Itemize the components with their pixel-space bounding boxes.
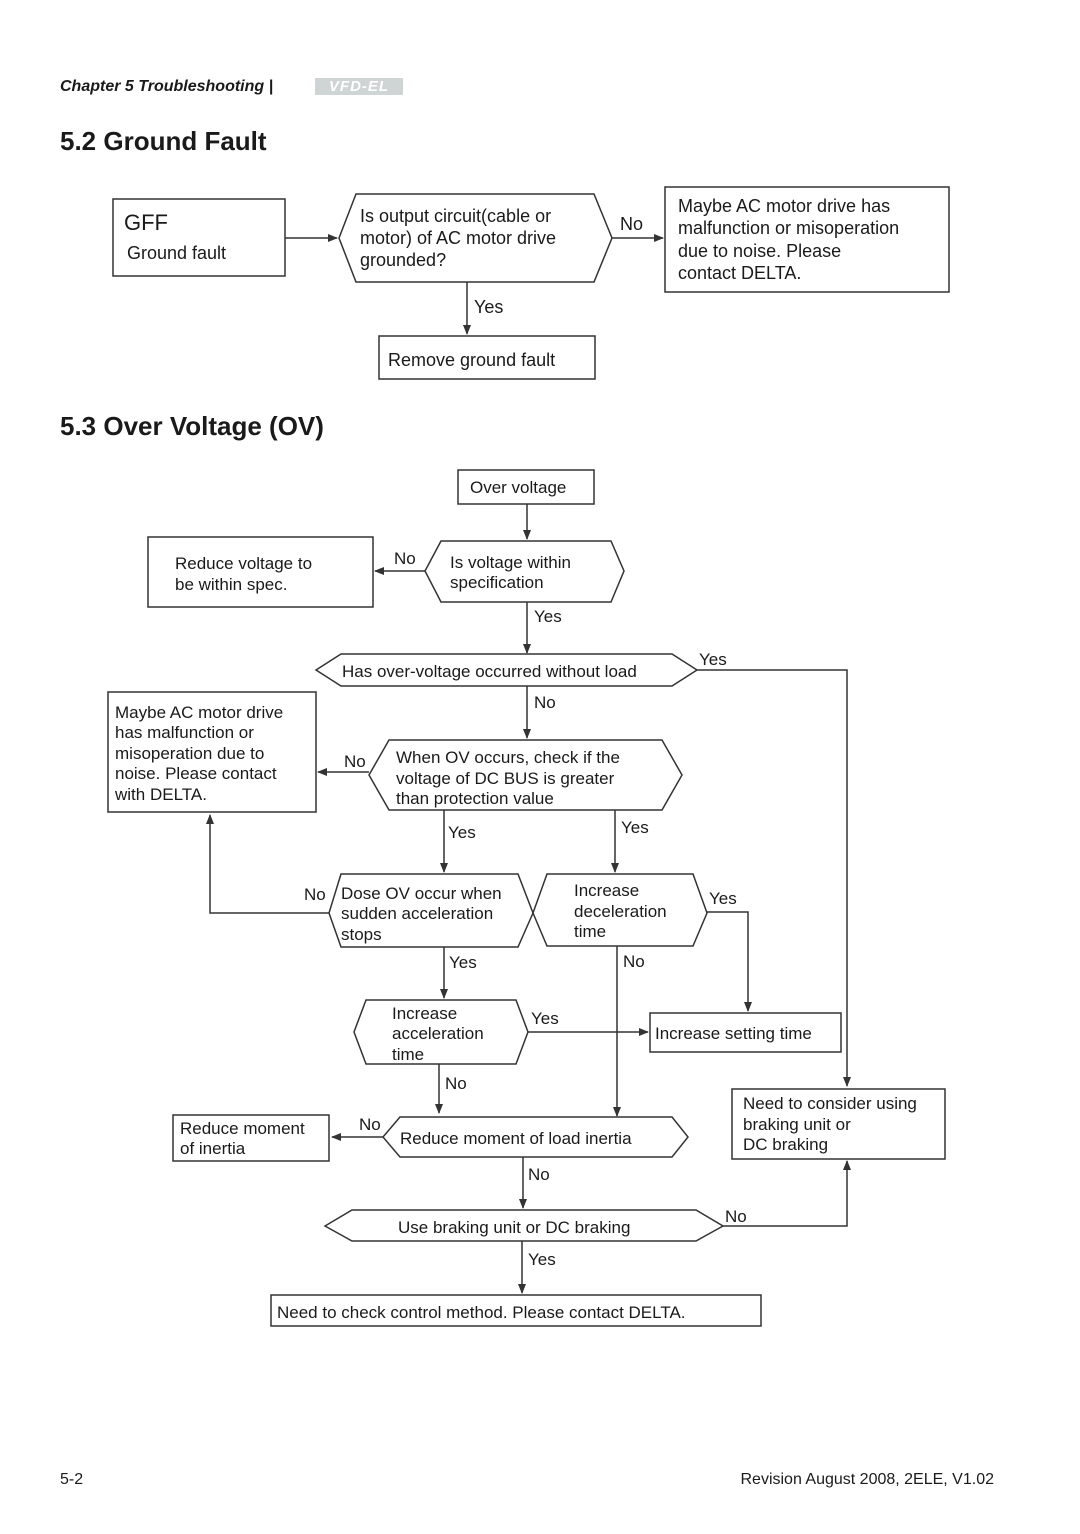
ov-increase-accel-decision: Increase acceleration time <box>353 999 529 1065</box>
sudden-accel-line3: stops <box>341 925 382 944</box>
within-spec-yes-label: Yes <box>534 607 562 626</box>
ov-reduce-load-inertia-decision: Reduce moment of load inertia <box>382 1116 689 1158</box>
ov-check-control-box: Need to check control method. Please con… <box>270 1294 762 1327</box>
check-control-text: Need to check control method. Please con… <box>277 1303 686 1322</box>
reduce-load-inertia-no-left-label: No <box>359 1115 381 1134</box>
increase-setting-text: Increase setting time <box>655 1024 812 1043</box>
revision-note: Revision August 2008, 2ELE, V1.02 <box>740 1471 994 1488</box>
reduce-moment-line2: of inertia <box>180 1139 246 1158</box>
ov-maybe-drive-box: Maybe AC motor drive has malfunction or … <box>107 691 317 813</box>
gf-question-line1: Is output circuit(cable or <box>360 206 551 226</box>
without-load-text: Has over-voltage occurred without load <box>342 662 637 681</box>
sudden-accel-line1: Dose OV occur when <box>341 884 502 903</box>
use-braking-no-label: No <box>725 1207 747 1226</box>
reduce-voltage-line1: Reduce voltage to <box>175 554 312 573</box>
ov-reduce-moment-box: Reduce moment of inertia <box>172 1114 330 1162</box>
ov-increase-decel-decision: Increase deceleration time <box>532 873 708 947</box>
gf-question-line3: grounded? <box>360 250 446 270</box>
reduce-load-inertia-no-down-label: No <box>528 1165 550 1184</box>
without-load-yes-label: Yes <box>699 650 727 669</box>
gf-question-decision: Is output circuit(cable or motor) of AC … <box>338 193 613 283</box>
gf-no-result-line3: due to noise. Please <box>678 241 841 261</box>
gf-no-result-line4: contact DELTA. <box>678 263 801 283</box>
ov-within-spec-line2: specification <box>450 573 544 592</box>
gf-no-result-line2: malfunction or misoperation <box>678 218 899 238</box>
consider-braking-line1: Need to consider using <box>743 1094 917 1113</box>
ov-use-braking-decision: Use braking unit or DC braking <box>323 1209 725 1242</box>
maybe-drive-line5: with DELTA. <box>114 785 207 804</box>
use-braking-text: Use braking unit or DC braking <box>398 1218 630 1237</box>
dc-bus-line3: than protection value <box>396 789 554 808</box>
gf-yes-result-text: Remove ground fault <box>388 350 555 370</box>
increase-decel-yes-label: Yes <box>709 889 737 908</box>
flowcharts: GFF Ground fault Is output circuit(cable… <box>107 186 950 1327</box>
ov-reduce-voltage-box: Reduce voltage to be within spec. <box>147 536 374 608</box>
within-spec-no-label: No <box>394 549 416 568</box>
gf-code: GFF <box>124 210 168 235</box>
ov-start-text: Over voltage <box>470 478 566 497</box>
dc-bus-no-label: No <box>344 752 366 771</box>
increase-accel-line3: time <box>392 1045 424 1064</box>
reduce-voltage-line2: be within spec. <box>175 575 287 594</box>
page-number: 5-2 <box>60 1471 84 1488</box>
maybe-drive-line1: Maybe AC motor drive <box>115 703 283 722</box>
ov-start-box: Over voltage <box>457 469 595 505</box>
dc-bus-line2: voltage of DC BUS is greater <box>396 769 615 788</box>
dc-bus-yes-right-label: Yes <box>621 818 649 837</box>
reduce-moment-line1: Reduce moment <box>180 1119 305 1138</box>
ov-within-spec-line1: Is voltage within <box>450 553 571 572</box>
reduce-load-inertia-text: Reduce moment of load inertia <box>400 1129 632 1148</box>
increase-accel-line2: acceleration <box>392 1024 484 1043</box>
ov-within-spec-decision: Is voltage within specification <box>424 540 625 603</box>
ov-consider-braking-box: Need to consider using braking unit or D… <box>731 1088 946 1160</box>
gf-start-label: Ground fault <box>127 243 226 263</box>
gf-yes-result-box: Remove ground fault <box>378 335 596 380</box>
gf-start-box: GFF Ground fault <box>112 198 286 277</box>
ov-sudden-accel-decision: Dose OV occur when sudden acceleration s… <box>328 873 534 948</box>
maybe-drive-line4: noise. Please contact <box>115 764 277 783</box>
increase-accel-no-label: No <box>445 1074 467 1093</box>
gf-no-result-box: Maybe AC motor drive has malfunction or … <box>664 186 950 293</box>
arrow-increase-decel-yes <box>707 911 752 1012</box>
consider-braking-line3: DC braking <box>743 1135 828 1154</box>
consider-braking-line2: braking unit or <box>743 1115 851 1134</box>
ov-dc-bus-decision: When OV occurs, check if the voltage of … <box>368 739 683 811</box>
gf-yes-label: Yes <box>474 297 503 317</box>
sudden-accel-no-label: No <box>304 885 326 904</box>
sudden-accel-yes-label: Yes <box>449 953 477 972</box>
gf-no-label: No <box>620 214 643 234</box>
maybe-drive-line3: misoperation due to <box>115 744 264 763</box>
ov-without-load-decision: Has over-voltage occurred without load <box>314 653 699 687</box>
sudden-accel-line2: sudden acceleration <box>341 904 493 923</box>
increase-accel-yes-label: Yes <box>531 1009 559 1028</box>
increase-decel-line1: Increase <box>574 881 639 900</box>
increase-decel-line3: time <box>574 922 606 941</box>
maybe-drive-line2: has malfunction or <box>115 723 254 742</box>
increase-accel-line1: Increase <box>392 1004 457 1023</box>
use-braking-yes-label: Yes <box>528 1250 556 1269</box>
gf-no-result-line1: Maybe AC motor drive has <box>678 196 890 216</box>
without-load-no-label: No <box>534 693 556 712</box>
increase-decel-line2: deceleration <box>574 902 667 921</box>
gf-question-line2: motor) of AC motor drive <box>360 228 556 248</box>
ov-increase-setting-box: Increase setting time <box>649 1012 842 1053</box>
dc-bus-line1: When OV occurs, check if the <box>396 748 620 767</box>
dc-bus-yes-left-label: Yes <box>448 823 476 842</box>
increase-decel-no-label: No <box>623 952 645 971</box>
